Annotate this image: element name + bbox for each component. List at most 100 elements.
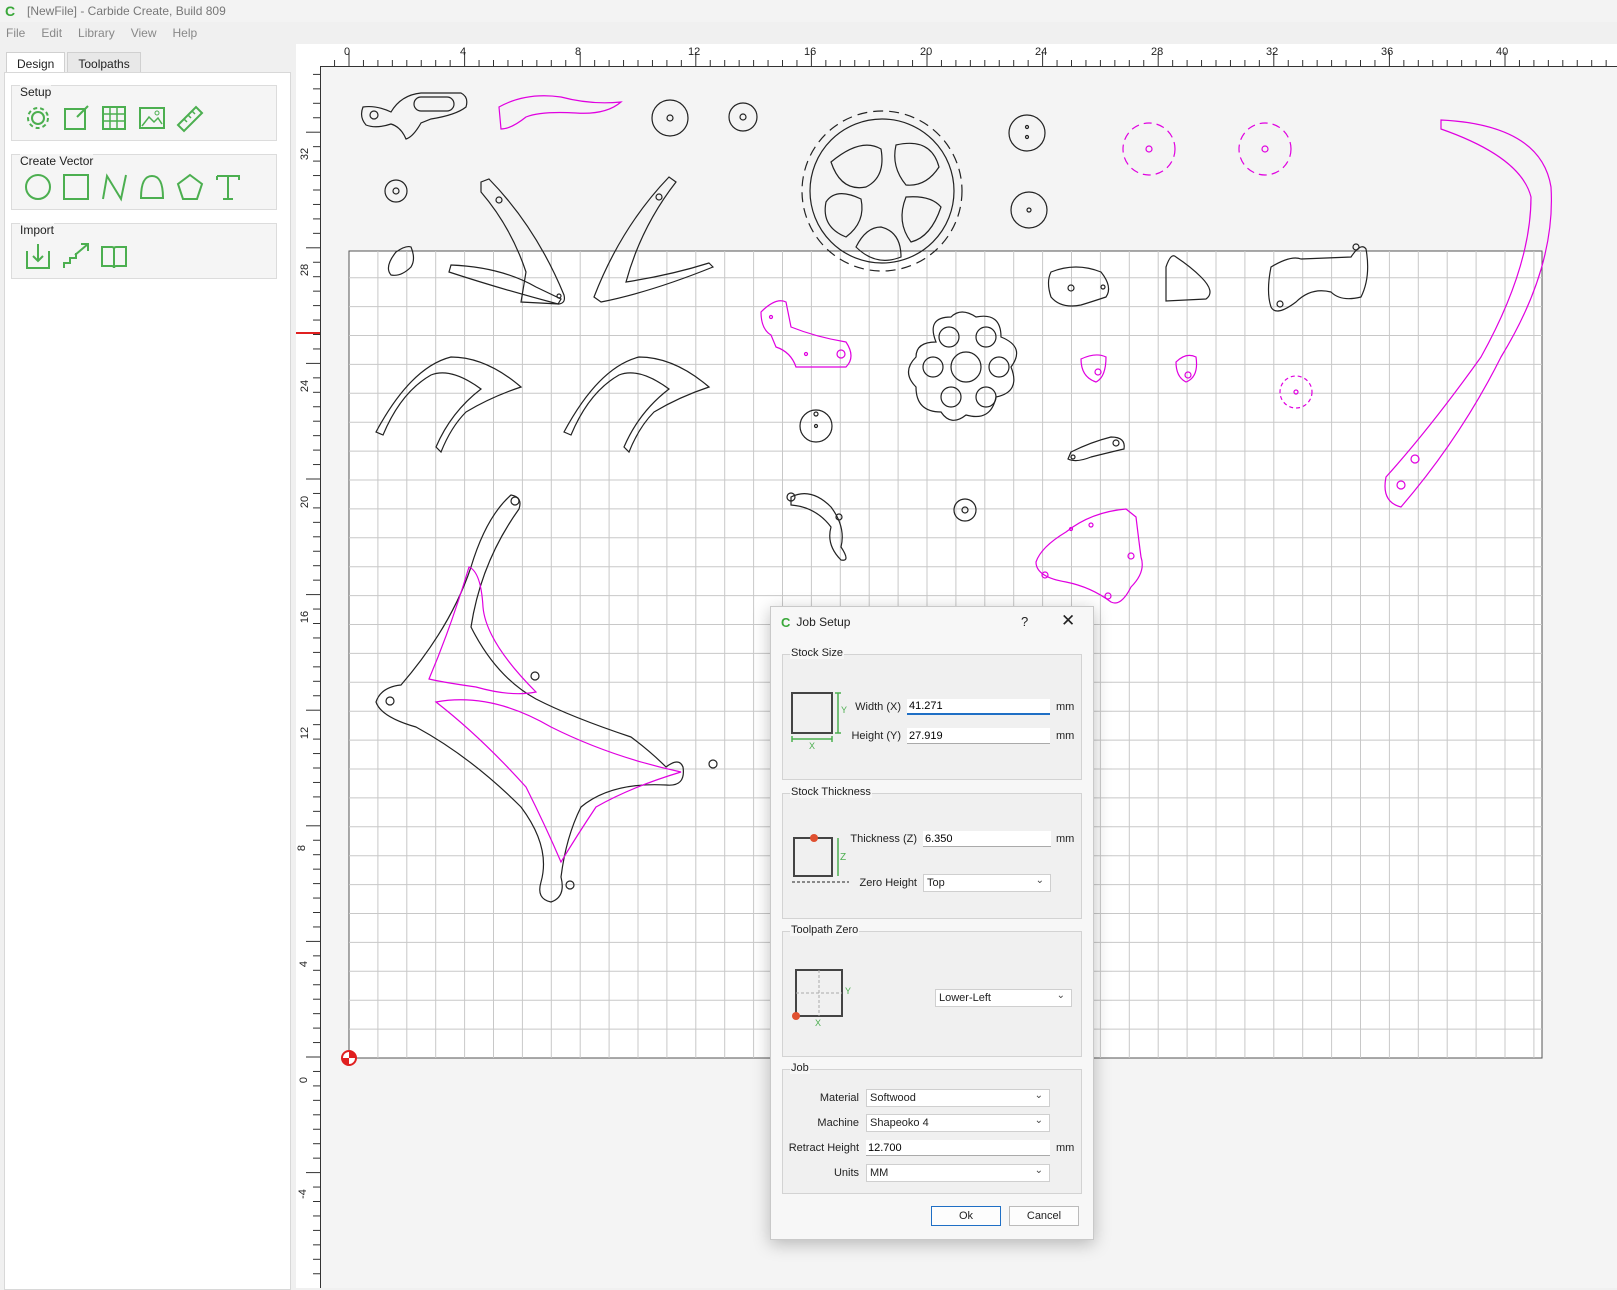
title-bar: C [NewFile] - Carbide Create, Build 809 <box>0 0 1617 22</box>
thickness-input[interactable] <box>923 831 1051 847</box>
height-unit: mm <box>1056 730 1075 742</box>
stock-thickness-diagram-icon: Z <box>792 834 849 883</box>
dialog-title-bar: C Job Setup <box>771 607 1093 637</box>
ruler-y-label: 24 <box>299 379 312 393</box>
menu-library[interactable]: Library <box>78 26 115 40</box>
machine-select[interactable]: Shapeoko 4 ⌄ <box>866 1114 1050 1132</box>
stock-thickness-section: Stock Thickness Z Thickness (Z) mm Zero … <box>782 786 1082 919</box>
stock-size-diagram-icon: Y X <box>791 692 847 749</box>
toolpath-zero-title: Toolpath Zero <box>790 924 860 936</box>
window-title: [NewFile] - Carbide Create, Build 809 <box>27 4 226 18</box>
height-input[interactable] <box>907 728 1050 744</box>
ruler-x-label: 28 <box>1151 46 1164 58</box>
ruler-y-label: 8 <box>296 844 309 852</box>
units-label: Units <box>833 1167 859 1179</box>
left-panel: Design Toolpaths Setup Create Vector Imp… <box>0 44 296 1290</box>
menu-help[interactable]: Help <box>173 26 198 40</box>
material-label: Material <box>819 1092 859 1104</box>
import-group: Import <box>11 223 277 279</box>
thickness-unit: mm <box>1056 833 1075 845</box>
curve-icon[interactable] <box>134 169 170 205</box>
close-icon[interactable]: ✕ <box>1061 611 1075 631</box>
ok-button[interactable]: Ok <box>931 1206 1001 1226</box>
machine-value: Shapeoko 4 <box>870 1117 929 1129</box>
ruler-x-label: 4 <box>460 46 467 58</box>
setup-group: Setup <box>11 85 277 141</box>
toolpath-zero-value: Lower-Left <box>939 992 991 1004</box>
image-icon[interactable] <box>134 100 170 136</box>
create-vector-group: Create Vector <box>11 154 277 210</box>
origin-marker <box>341 1050 357 1066</box>
import-stairs-icon[interactable] <box>58 238 94 274</box>
svg-text:X: X <box>809 741 815 749</box>
menu-bar: File Edit Library View Help <box>0 23 213 43</box>
menu-file[interactable]: File <box>6 26 25 40</box>
material-value: Softwood <box>870 1092 916 1104</box>
ruler-y-label: 0 <box>298 1076 311 1084</box>
polyline-icon[interactable] <box>96 169 132 205</box>
chevron-down-icon: ⌄ <box>1034 1090 1043 1101</box>
app-logo-icon: C <box>5 3 16 19</box>
chevron-down-icon: ⌄ <box>1056 990 1065 1001</box>
zero-height-select[interactable]: Top ⌄ <box>923 874 1051 892</box>
stock-thickness-title: Stock Thickness <box>790 786 872 798</box>
edit-document-icon[interactable] <box>58 100 94 136</box>
grid-icon[interactable] <box>96 100 132 136</box>
circle-icon[interactable] <box>20 169 56 205</box>
toolpath-zero-section: Toolpath Zero Y X Lower-Left ⌄ <box>782 924 1082 1057</box>
height-label: Height (Y) <box>851 730 901 742</box>
ruler-y-label: 20 <box>299 495 312 509</box>
svg-text:Y: Y <box>845 986 851 996</box>
dialog-title: Job Setup <box>796 615 851 629</box>
horizontal-ruler: 0 4 8 12 16 20 24 28 32 36 40 <box>296 44 1617 67</box>
help-icon[interactable]: ? <box>1021 614 1028 629</box>
ruler-x-label: 0 <box>344 46 351 58</box>
zero-height-value: Top <box>927 877 945 889</box>
machine-label: Machine <box>817 1117 859 1129</box>
create-vector-group-label: Create Vector <box>20 154 94 168</box>
chevron-down-icon: ⌄ <box>1034 1165 1043 1176</box>
width-input[interactable] <box>907 699 1050 715</box>
ruler-y-label: 4 <box>298 960 311 968</box>
menu-edit[interactable]: Edit <box>41 26 62 40</box>
stock-size-title: Stock Size <box>790 647 844 659</box>
setup-group-label: Setup <box>20 85 52 99</box>
ruler-y-label: 32 <box>299 147 312 161</box>
width-label: Width (X) <box>855 701 901 713</box>
job-section: Job Material Softwood ⌄ Machine Shapeoko… <box>782 1062 1082 1194</box>
import-file-icon[interactable] <box>20 238 56 274</box>
vertical-ruler: 32 28 24 20 16 12 8 4 0 -4 <box>296 66 321 1288</box>
ruler-x-label: 8 <box>575 46 582 58</box>
material-select[interactable]: Softwood ⌄ <box>866 1089 1050 1107</box>
ruler-y-label: 12 <box>299 726 312 740</box>
ruler-y-label: 28 <box>299 263 312 277</box>
units-select[interactable]: MM ⌄ <box>866 1164 1050 1182</box>
cancel-button[interactable]: Cancel <box>1009 1206 1079 1226</box>
zero-height-label: Zero Height <box>859 877 917 889</box>
width-unit: mm <box>1056 701 1075 713</box>
ruler-x-label: 36 <box>1381 46 1394 58</box>
ruler-x-label: 32 <box>1266 46 1279 58</box>
library-book-icon[interactable] <box>96 238 132 274</box>
chevron-down-icon: ⌄ <box>1035 875 1044 886</box>
app-logo-icon: C <box>781 614 791 630</box>
retract-height-input[interactable] <box>866 1140 1050 1156</box>
gear-icon[interactable] <box>20 100 56 136</box>
svg-text:Z: Z <box>840 852 846 863</box>
job-title: Job <box>790 1062 810 1074</box>
text-icon[interactable] <box>210 169 246 205</box>
ruler-x-label: 40 <box>1496 46 1509 58</box>
toolpath-zero-select[interactable]: Lower-Left ⌄ <box>935 989 1072 1007</box>
ruler-x-label: 24 <box>1035 46 1048 58</box>
ruler-icon[interactable] <box>172 100 208 136</box>
stock-size-section: Stock Size Y X Width (X) mm Height (Y) m… <box>782 647 1082 780</box>
rectangle-icon[interactable] <box>58 169 94 205</box>
retract-height-label: Retract Height <box>788 1142 859 1154</box>
toolpath-zero-diagram-icon: Y X <box>792 969 851 1028</box>
ruler-x-label: 16 <box>804 46 817 58</box>
ruler-y-label: 16 <box>299 610 312 624</box>
polygon-icon[interactable] <box>172 169 208 205</box>
job-setup-dialog: C Job Setup ? ✕ Stock Size Y X Width (X)… <box>770 606 1094 1240</box>
menu-view[interactable]: View <box>131 26 157 40</box>
ruler-y-label: -4 <box>296 1189 309 1199</box>
